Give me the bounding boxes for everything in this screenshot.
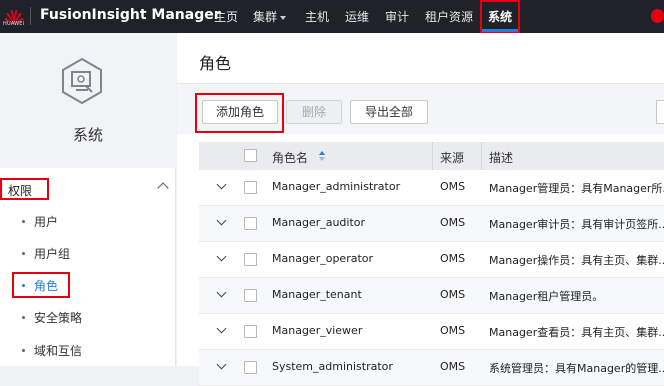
bullet-icon <box>22 252 25 255</box>
expand-chevron-icon[interactable] <box>216 323 227 334</box>
add-role-button[interactable]: 添加角色 <box>202 100 278 124</box>
sidebar-section-title: 系统 <box>72 126 103 144</box>
page-title: 角色 <box>199 54 232 73</box>
search-input[interactable] <box>656 100 664 124</box>
chevron-up-icon[interactable] <box>157 182 169 194</box>
description-cell: Manager操作员：具有主页、集群... <box>489 254 664 267</box>
nav-active-indicator <box>482 29 518 32</box>
column-separator <box>481 142 482 170</box>
nav-cluster-label: 集群 <box>253 10 278 24</box>
sidebar-item-user-groups[interactable]: 用户组 <box>34 245 70 262</box>
bullet-icon <box>22 220 25 223</box>
role-name-cell: Manager_tenant <box>272 288 362 301</box>
expand-chevron-icon[interactable] <box>216 179 227 190</box>
bullet-icon <box>22 349 25 352</box>
source-cell: OMS <box>440 288 466 301</box>
row-checkbox[interactable] <box>244 325 257 338</box>
sidebar-group-permissions[interactable]: 权限 <box>0 178 176 200</box>
table-row[interactable]: Manager_operator OMS Manager操作员：具有主页、集群.… <box>199 242 664 278</box>
row-checkbox[interactable] <box>244 181 257 194</box>
sidebar-group-label: 权限 <box>0 178 49 200</box>
table-header: 角色名 来源 描述 <box>199 142 664 170</box>
product-title: FusionInsight Manager <box>40 7 221 23</box>
alarm-icon[interactable] <box>651 9 664 23</box>
source-cell: OMS <box>440 180 466 193</box>
role-name-cell: System_administrator <box>272 360 393 373</box>
sidebar-item-domain-trust[interactable]: 域和互信 <box>34 342 82 359</box>
description-cell: Manager审计员：具有审计页签所... <box>489 218 664 231</box>
delete-button[interactable]: 删除 <box>286 100 342 124</box>
main-content: 角色 添加角色 删除 导出全部 角色名 来源 描述 Manager_admini… <box>177 33 664 386</box>
expand-chevron-icon[interactable] <box>216 359 227 370</box>
export-all-button[interactable]: 导出全部 <box>350 100 428 124</box>
description-cell: 系统管理员：具有Manager的管理... <box>489 362 664 375</box>
expand-chevron-icon[interactable] <box>216 215 227 226</box>
sidebar: 系统 权限 用户 用户组 角色 安全策略 域和互信 <box>0 33 176 366</box>
row-checkbox[interactable] <box>244 361 257 374</box>
nav-tenant-resources[interactable]: 租户资源 <box>425 8 473 25</box>
nav-audit[interactable]: 审计 <box>385 8 409 25</box>
nav-home[interactable]: 主页 <box>214 8 238 25</box>
row-checkbox[interactable] <box>244 253 257 266</box>
table-row[interactable]: Manager_viewer OMS Manager查看员：具有主页、集群... <box>199 314 664 350</box>
caret-down-icon <box>280 15 287 20</box>
role-name-cell: Manager_viewer <box>272 324 363 337</box>
source-cell: OMS <box>440 324 466 337</box>
source-cell: OMS <box>440 360 466 373</box>
nav-hosts[interactable]: 主机 <box>305 8 329 25</box>
top-navigation-bar: HUAWEI FusionInsight Manager 主页 集群 主机 运维… <box>0 0 664 33</box>
nav-ops[interactable]: 运维 <box>345 8 369 25</box>
bullet-icon <box>22 284 25 287</box>
topbar-divider <box>30 7 31 25</box>
role-name-cell: Manager_administrator <box>272 180 401 193</box>
nav-cluster[interactable]: 集群 <box>253 8 287 25</box>
table-row[interactable]: System_administrator OMS 系统管理员：具有Manager… <box>199 350 664 386</box>
system-header: 系统 <box>0 33 176 168</box>
sidebar-item-users[interactable]: 用户 <box>34 213 58 230</box>
sort-desc-icon[interactable] <box>319 157 325 161</box>
expand-chevron-icon[interactable] <box>216 287 227 298</box>
sidebar-item-security-policy[interactable]: 安全策略 <box>34 309 82 326</box>
bullet-icon <box>22 316 25 319</box>
source-cell: OMS <box>440 252 466 265</box>
table-row[interactable]: Manager_tenant OMS Manager租户管理员。 <box>199 278 664 314</box>
logo-text: HUAWEI <box>3 21 25 27</box>
row-checkbox[interactable] <box>244 289 257 302</box>
description-cell: Manager管理员：具有Manager所... <box>489 182 664 195</box>
role-name-cell: Manager_auditor <box>272 216 366 229</box>
column-role-name[interactable]: 角色名 <box>272 149 308 166</box>
select-all-checkbox[interactable] <box>244 149 257 162</box>
expand-chevron-icon[interactable] <box>216 251 227 262</box>
description-cell: Manager查看员：具有主页、集群... <box>489 326 664 339</box>
table-row[interactable]: Manager_administrator OMS Manager管理员：具有M… <box>199 170 664 206</box>
column-separator <box>432 142 433 170</box>
system-settings-icon <box>62 57 102 105</box>
sort-asc-icon[interactable] <box>319 151 325 155</box>
table-row[interactable]: Manager_auditor OMS Manager审计员：具有审计页签所..… <box>199 206 664 242</box>
column-description: 描述 <box>489 151 514 165</box>
description-cell: Manager租户管理员。 <box>489 290 604 303</box>
row-checkbox[interactable] <box>244 217 257 230</box>
source-cell: OMS <box>440 216 466 229</box>
column-source: 来源 <box>440 151 465 165</box>
sidebar-item-roles[interactable]: 角色 <box>34 277 58 294</box>
role-name-cell: Manager_operator <box>272 252 374 265</box>
